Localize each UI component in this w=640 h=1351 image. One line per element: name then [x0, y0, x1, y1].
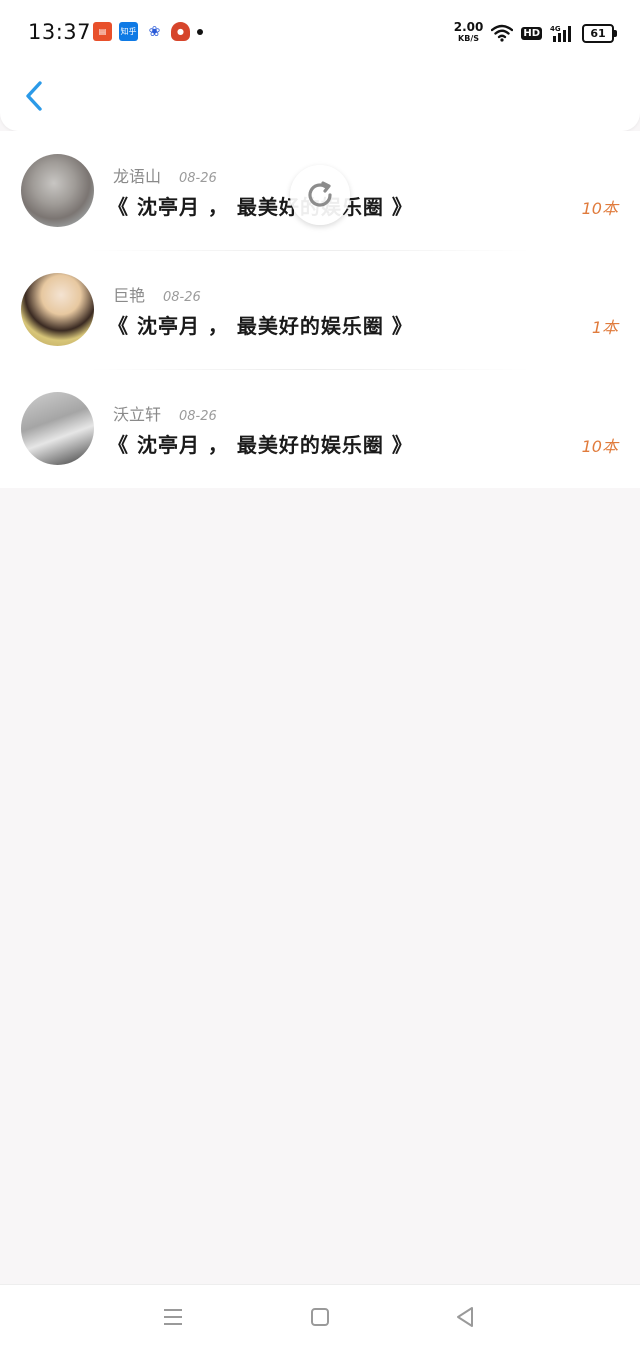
- baidu-app-icon: ❀: [145, 22, 164, 41]
- network-speed-unit: KB/S: [458, 34, 480, 43]
- avatar[interactable]: [21, 273, 94, 346]
- network-speed: 2.00 KB/S: [453, 20, 484, 44]
- author-name[interactable]: 巨艳: [113, 282, 145, 306]
- zhihu-app-icon: 知乎: [119, 22, 138, 41]
- status-time: 13:37: [28, 20, 92, 44]
- home-icon: [311, 1308, 329, 1326]
- back-button[interactable]: [20, 78, 52, 114]
- list-item[interactable]: 沃立轩 08-26 《 沈亭月 ， 最美好的娱乐圈 》 10本: [0, 369, 640, 488]
- system-icons: 2.00 KB/S HD 4G 61: [453, 20, 617, 44]
- book-count: 1本: [591, 318, 618, 337]
- status-bar: 13:37 ▤ 知乎 ❀ ● 2.00 KB/S HD 4G 61: [0, 0, 640, 66]
- game-app-icon: ●: [171, 22, 190, 41]
- signal-icon: 4G: [550, 25, 571, 42]
- signal-label: 4G: [550, 25, 561, 33]
- system-nav-bar: [0, 1284, 640, 1351]
- menu-icon: [164, 1309, 182, 1325]
- notification-icons: ▤ 知乎 ❀ ●: [93, 22, 203, 41]
- refresh-icon: [290, 165, 350, 225]
- item-meta: 巨艳 08-26: [113, 282, 201, 306]
- more-notifications-dot: [197, 28, 203, 35]
- home-button[interactable]: [306, 1305, 334, 1331]
- menu-button[interactable]: [160, 1305, 188, 1331]
- hd-badge: HD: [521, 26, 542, 40]
- item-date: 08-26: [179, 409, 217, 424]
- system-back-button[interactable]: [452, 1305, 480, 1331]
- battery-icon: 61: [582, 23, 617, 43]
- network-speed-value: 2.00: [453, 20, 484, 34]
- top-bar: 13:37 ▤ 知乎 ❀ ● 2.00 KB/S HD 4G 61: [0, 0, 640, 131]
- item-date: 08-26: [179, 171, 217, 186]
- list-item[interactable]: 巨艳 08-26 《 沈亭月 ， 最美好的娱乐圈 》 1本: [0, 250, 640, 369]
- book-title[interactable]: 《 沈亭月 ， 最美好的娱乐圈 》: [108, 191, 413, 220]
- avatar[interactable]: [21, 392, 94, 465]
- book-count: 10本: [581, 199, 618, 218]
- book-count: 10本: [581, 437, 618, 456]
- back-triangle-icon: [457, 1307, 473, 1327]
- author-name[interactable]: 沃立轩: [113, 401, 161, 425]
- ebook-app-icon: ▤: [93, 22, 112, 41]
- book-title[interactable]: 《 沈亭月 ， 最美好的娱乐圈 》: [108, 429, 413, 458]
- wifi-icon: [491, 24, 514, 42]
- item-meta: 龙语山 08-26: [113, 163, 217, 187]
- battery-level: 61: [590, 26, 606, 40]
- chevron-left-icon: [26, 81, 42, 111]
- avatar[interactable]: [21, 154, 94, 227]
- refresh-arrow-icon: [308, 181, 332, 207]
- author-name[interactable]: 龙语山: [113, 163, 161, 187]
- item-meta: 沃立轩 08-26: [113, 401, 217, 425]
- book-title[interactable]: 《 沈亭月 ， 最美好的娱乐圈 》: [108, 310, 413, 339]
- item-date: 08-26: [163, 290, 201, 305]
